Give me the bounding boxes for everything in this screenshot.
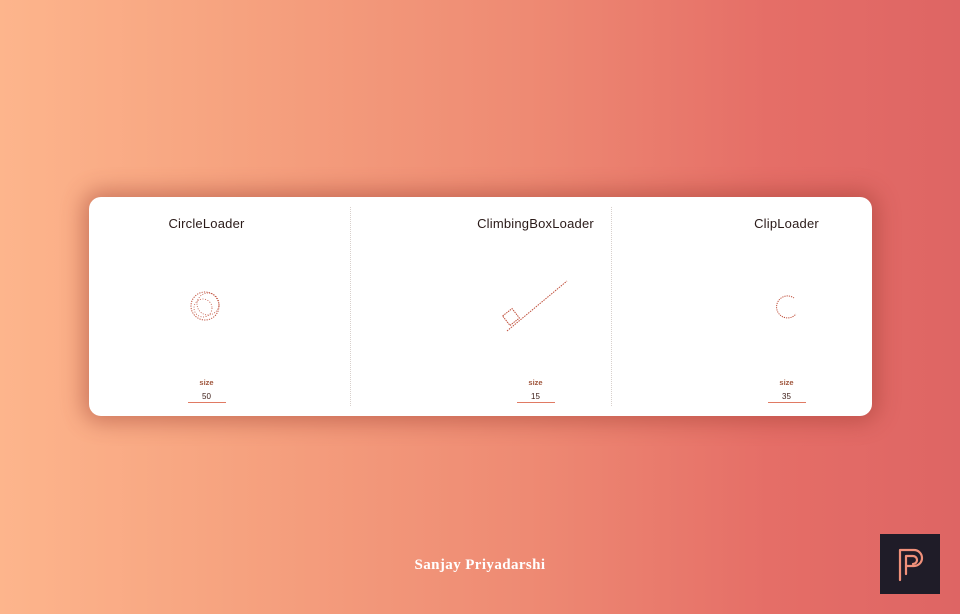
size-input[interactable] [516, 390, 555, 403]
loader-demo-card: CircleLoader size ClimbingBoxLoader size… [89, 197, 872, 416]
clip-loader-panel: ClipLoader size [611, 197, 872, 416]
author-name: Sanjay Priyadarshi [414, 557, 546, 573]
p-monogram-logo-icon [880, 534, 940, 594]
circle-loader-panel: CircleLoader size [89, 197, 350, 416]
panel-title: ClimbingBoxLoader [477, 216, 594, 231]
size-input[interactable] [767, 390, 806, 403]
climbing-box-loader-animation [350, 277, 611, 337]
clip-loader-animation [611, 277, 872, 337]
size-input[interactable] [187, 390, 226, 403]
size-label: size [199, 378, 214, 387]
climbing-box-loader-panel: ClimbingBoxLoader size [350, 197, 611, 416]
circle-loader-animation [89, 277, 350, 337]
panel-title: CircleLoader [168, 216, 245, 231]
size-label: size [779, 378, 794, 387]
size-label: size [528, 378, 543, 387]
panel-title: ClipLoader [754, 216, 819, 231]
